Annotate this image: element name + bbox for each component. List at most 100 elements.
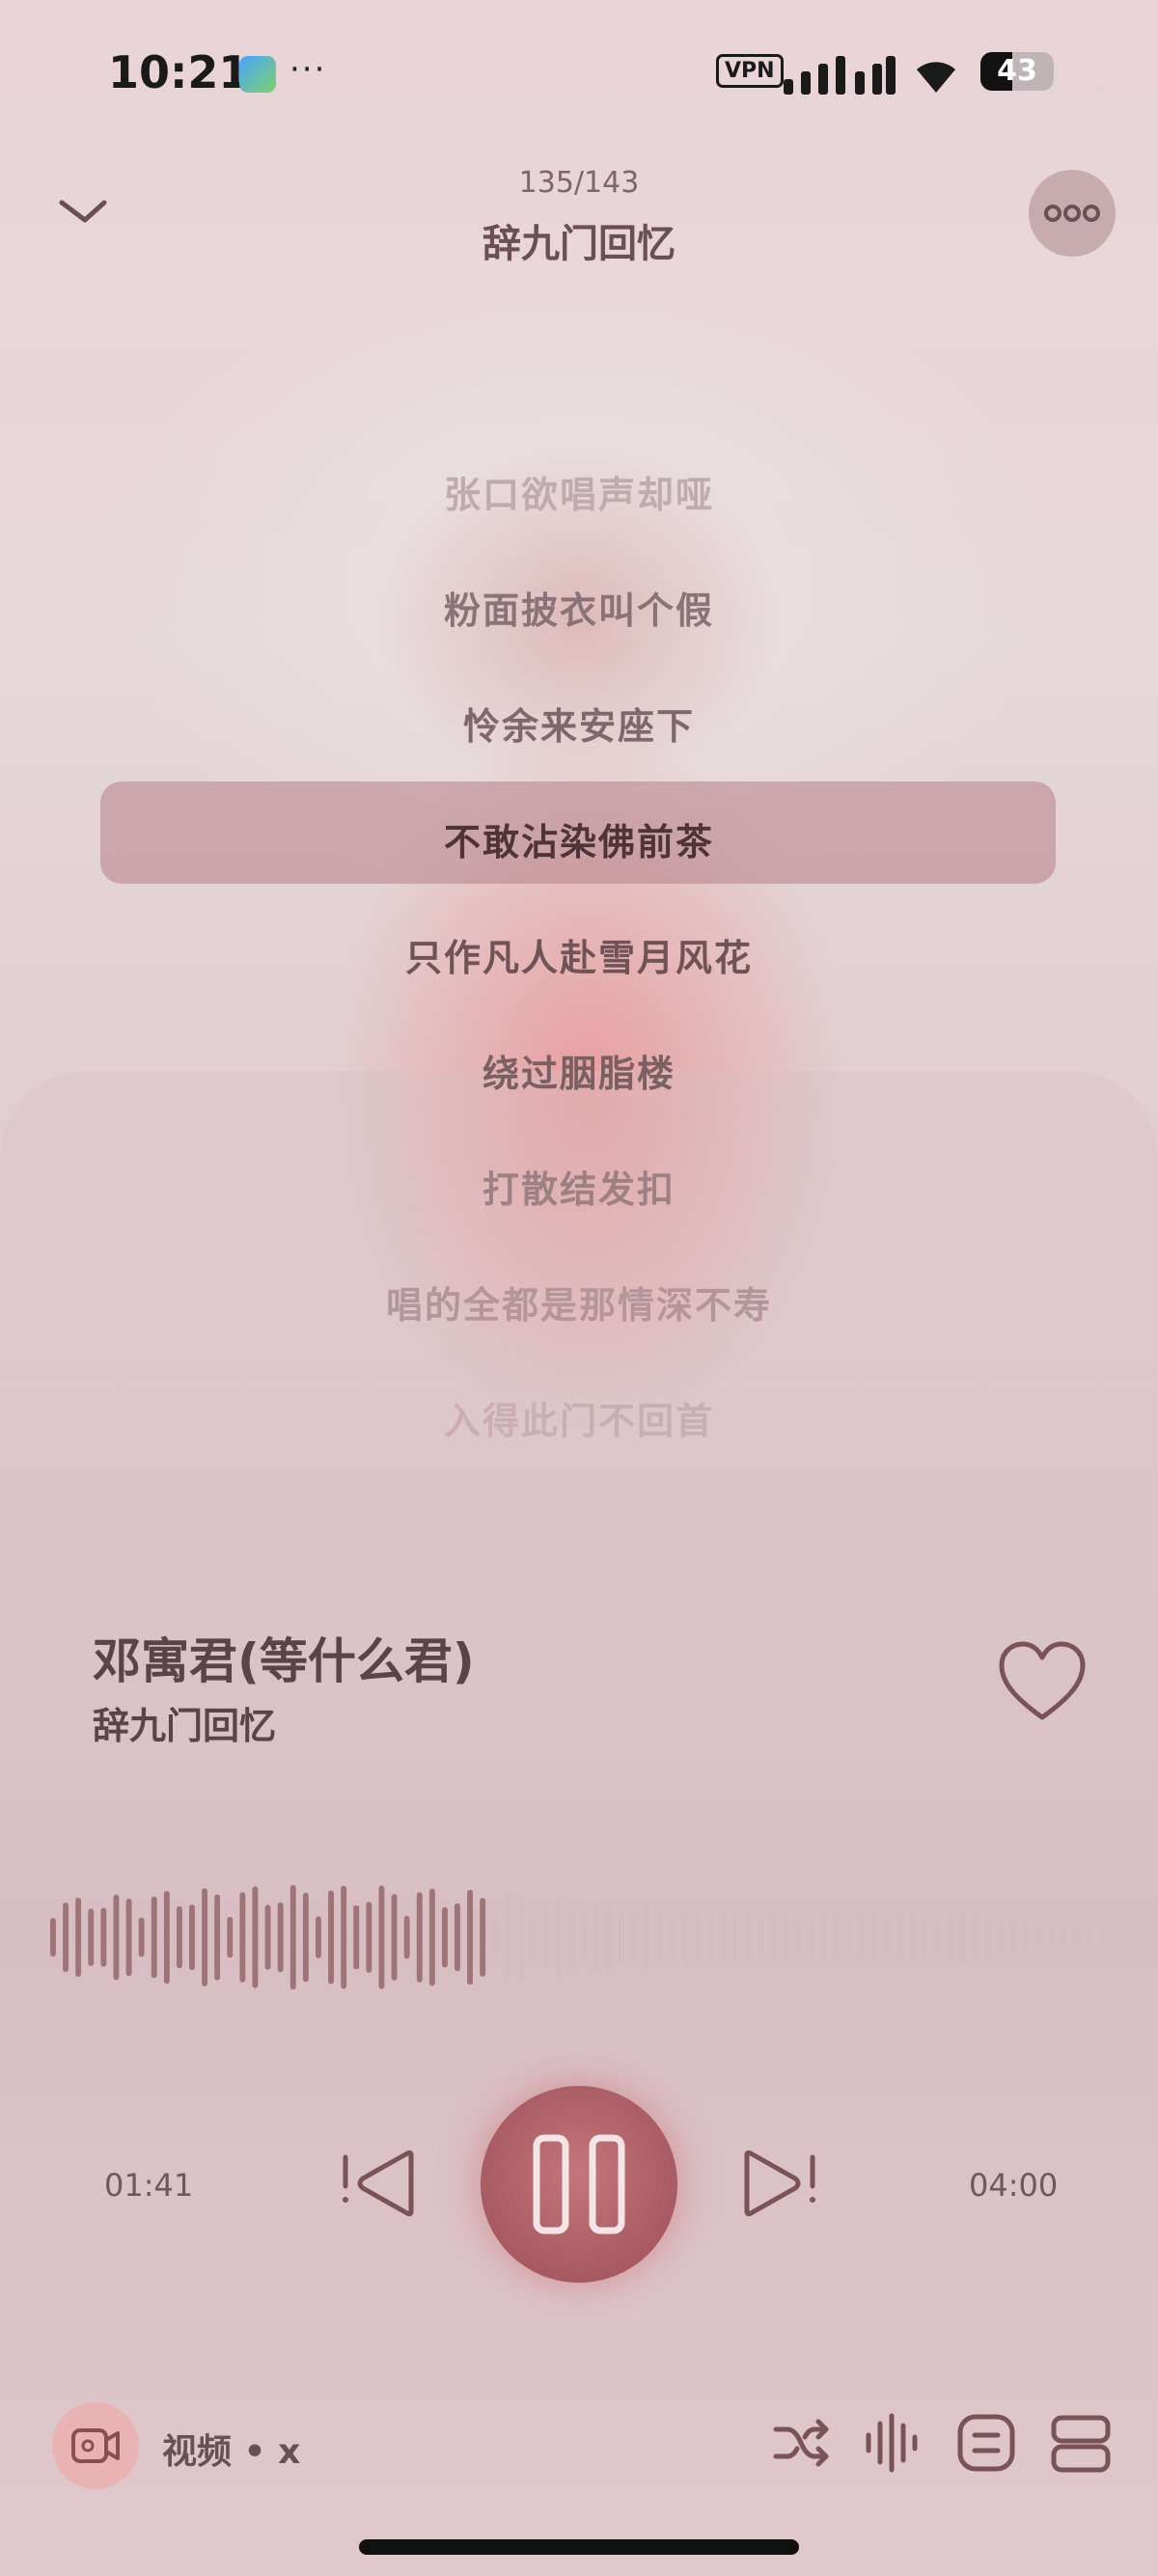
playlist-icon[interactable] [1050, 2412, 1112, 2474]
sound-effects-icon[interactable] [861, 2412, 923, 2474]
lyric-line[interactable]: 绕过胭脂楼 [0, 1044, 1158, 1097]
total-time: 04:00 [969, 2167, 1059, 2204]
wave-bar-unplayed [959, 1912, 966, 1962]
wave-bar-unplayed [707, 1915, 713, 1959]
wave-bar-played [202, 1888, 207, 1987]
wave-bar-played [227, 1916, 234, 1959]
playlist-position: 135/143 [518, 166, 640, 200]
wifi-icon [917, 62, 955, 93]
wave-bar-unplayed [681, 1908, 688, 1966]
lyric-line-current[interactable]: 不敢沾染佛前茶 [0, 812, 1158, 865]
wave-bar-unplayed [555, 1897, 562, 1979]
wave-bar-played [480, 1898, 486, 1977]
wave-bar-unplayed [795, 1916, 802, 1959]
wave-bar-played [163, 1890, 170, 1985]
wave-bar-played [316, 1916, 321, 1959]
song-title: 邓寓君(等什么君) [93, 1633, 475, 1689]
lyric-line[interactable]: 怜余来安座下 [0, 697, 1158, 750]
wave-bar-played [366, 1902, 372, 1973]
wave-bar-unplayed [631, 1909, 638, 1965]
wave-bar-unplayed [859, 1915, 865, 1960]
wave-bar-unplayed [922, 1914, 928, 1960]
wave-bar-unplayed [998, 1920, 1004, 1955]
vpn-icon: VPN [716, 54, 784, 88]
wave-bar-unplayed [669, 1916, 676, 1959]
wave-bar-played [428, 1888, 435, 1987]
wave-bar-played [353, 1905, 360, 1970]
wave-bar-played [455, 1903, 460, 1972]
wave-bar-unplayed [1098, 1932, 1105, 1943]
wave-bar-unplayed [947, 1913, 953, 1961]
wave-bar-unplayed [1023, 1923, 1030, 1952]
wave-bar-played [302, 1892, 309, 1983]
waveform-progress-bar[interactable] [50, 1879, 1112, 1995]
wave-bar-unplayed [619, 1912, 625, 1962]
wave-bar-played [50, 1918, 56, 1957]
wave-bar-played [151, 1896, 157, 1979]
wave-bar-played [378, 1885, 385, 1989]
wave-bar-played [189, 1905, 195, 1971]
wave-bar-unplayed [745, 1913, 752, 1961]
wave-bar-played [290, 1884, 296, 1990]
like-heart-icon[interactable] [996, 1640, 1089, 1725]
wave-bar-unplayed [896, 1915, 903, 1959]
current-time: 01:41 [104, 2167, 194, 2204]
notification-app-icon [239, 56, 276, 93]
signal-icon [784, 56, 896, 95]
wave-bar-played [442, 1906, 448, 1968]
wave-bar-played [264, 1905, 271, 1970]
wave-bar-played [403, 1915, 410, 1959]
lyric-line[interactable]: 张口欲唱声却哑 [0, 465, 1158, 518]
lyric-line[interactable]: 入得此门不回首 [0, 1391, 1158, 1444]
wave-bar-played [239, 1892, 246, 1983]
wave-bar-unplayed [884, 1916, 891, 1958]
video-button[interactable] [52, 2402, 139, 2489]
wave-bar-played [138, 1917, 145, 1958]
wave-bar-unplayed [606, 1902, 613, 1973]
wave-bar-unplayed [909, 1913, 916, 1961]
next-track-icon[interactable] [737, 2148, 818, 2219]
more-options-button[interactable] [1029, 170, 1116, 257]
page-title: 辞九门回忆 [482, 222, 676, 266]
wave-bar-unplayed [1086, 1931, 1092, 1944]
wave-bar-played [391, 1894, 398, 1981]
wave-bar-played [214, 1894, 221, 1981]
wave-bar-played [63, 1903, 69, 1972]
previous-track-icon[interactable] [340, 2148, 421, 2219]
wave-bar-played [125, 1898, 132, 1977]
wave-bar-unplayed [846, 1917, 852, 1958]
wave-bar-unplayed [783, 1913, 789, 1961]
lyrics-icon[interactable] [955, 2412, 1017, 2474]
home-indicator[interactable] [359, 2539, 799, 2555]
wave-bar-unplayed [1010, 1922, 1017, 1953]
wave-bar-played [467, 1889, 473, 1986]
battery-level: 43 [997, 54, 1037, 88]
lyric-line[interactable]: 只作凡人赴雪月风花 [0, 928, 1158, 981]
status-time: 10:21 [108, 46, 250, 98]
wave-bar-unplayed [808, 1915, 814, 1959]
wave-bar-played [341, 1885, 347, 1989]
wave-bar-unplayed [593, 1903, 599, 1972]
video-camera-icon [71, 2428, 120, 2463]
pause-icon [533, 2134, 625, 2234]
wave-bar-unplayed [1061, 1928, 1067, 1947]
more-dots-icon [1044, 205, 1100, 222]
wave-bar-unplayed [934, 1917, 941, 1958]
wave-bar-unplayed [542, 1905, 549, 1968]
wave-bar-played [75, 1898, 82, 1977]
wave-bar-unplayed [871, 1914, 878, 1960]
wave-bar-unplayed [492, 1915, 499, 1959]
lyric-line[interactable]: 粉面披衣叫个假 [0, 581, 1158, 634]
wave-bar-unplayed [694, 1908, 701, 1966]
lyric-line[interactable]: 打散结发扣 [0, 1160, 1158, 1213]
status-bar: 10:21 ··· VPN 43 [0, 46, 1158, 104]
song-artist[interactable]: 辞九门回忆 [93, 1696, 276, 1749]
shuffle-icon[interactable] [770, 2412, 832, 2474]
wave-bar-unplayed [985, 1913, 991, 1961]
video-label[interactable]: 视频 • x [162, 2424, 300, 2474]
pause-button[interactable] [481, 2086, 677, 2283]
wave-bar-unplayed [770, 1913, 777, 1961]
wave-bar-played [416, 1892, 423, 1983]
wave-bar-unplayed [1073, 1929, 1080, 1946]
lyric-line[interactable]: 唱的全都是那情深不寿 [0, 1275, 1158, 1329]
